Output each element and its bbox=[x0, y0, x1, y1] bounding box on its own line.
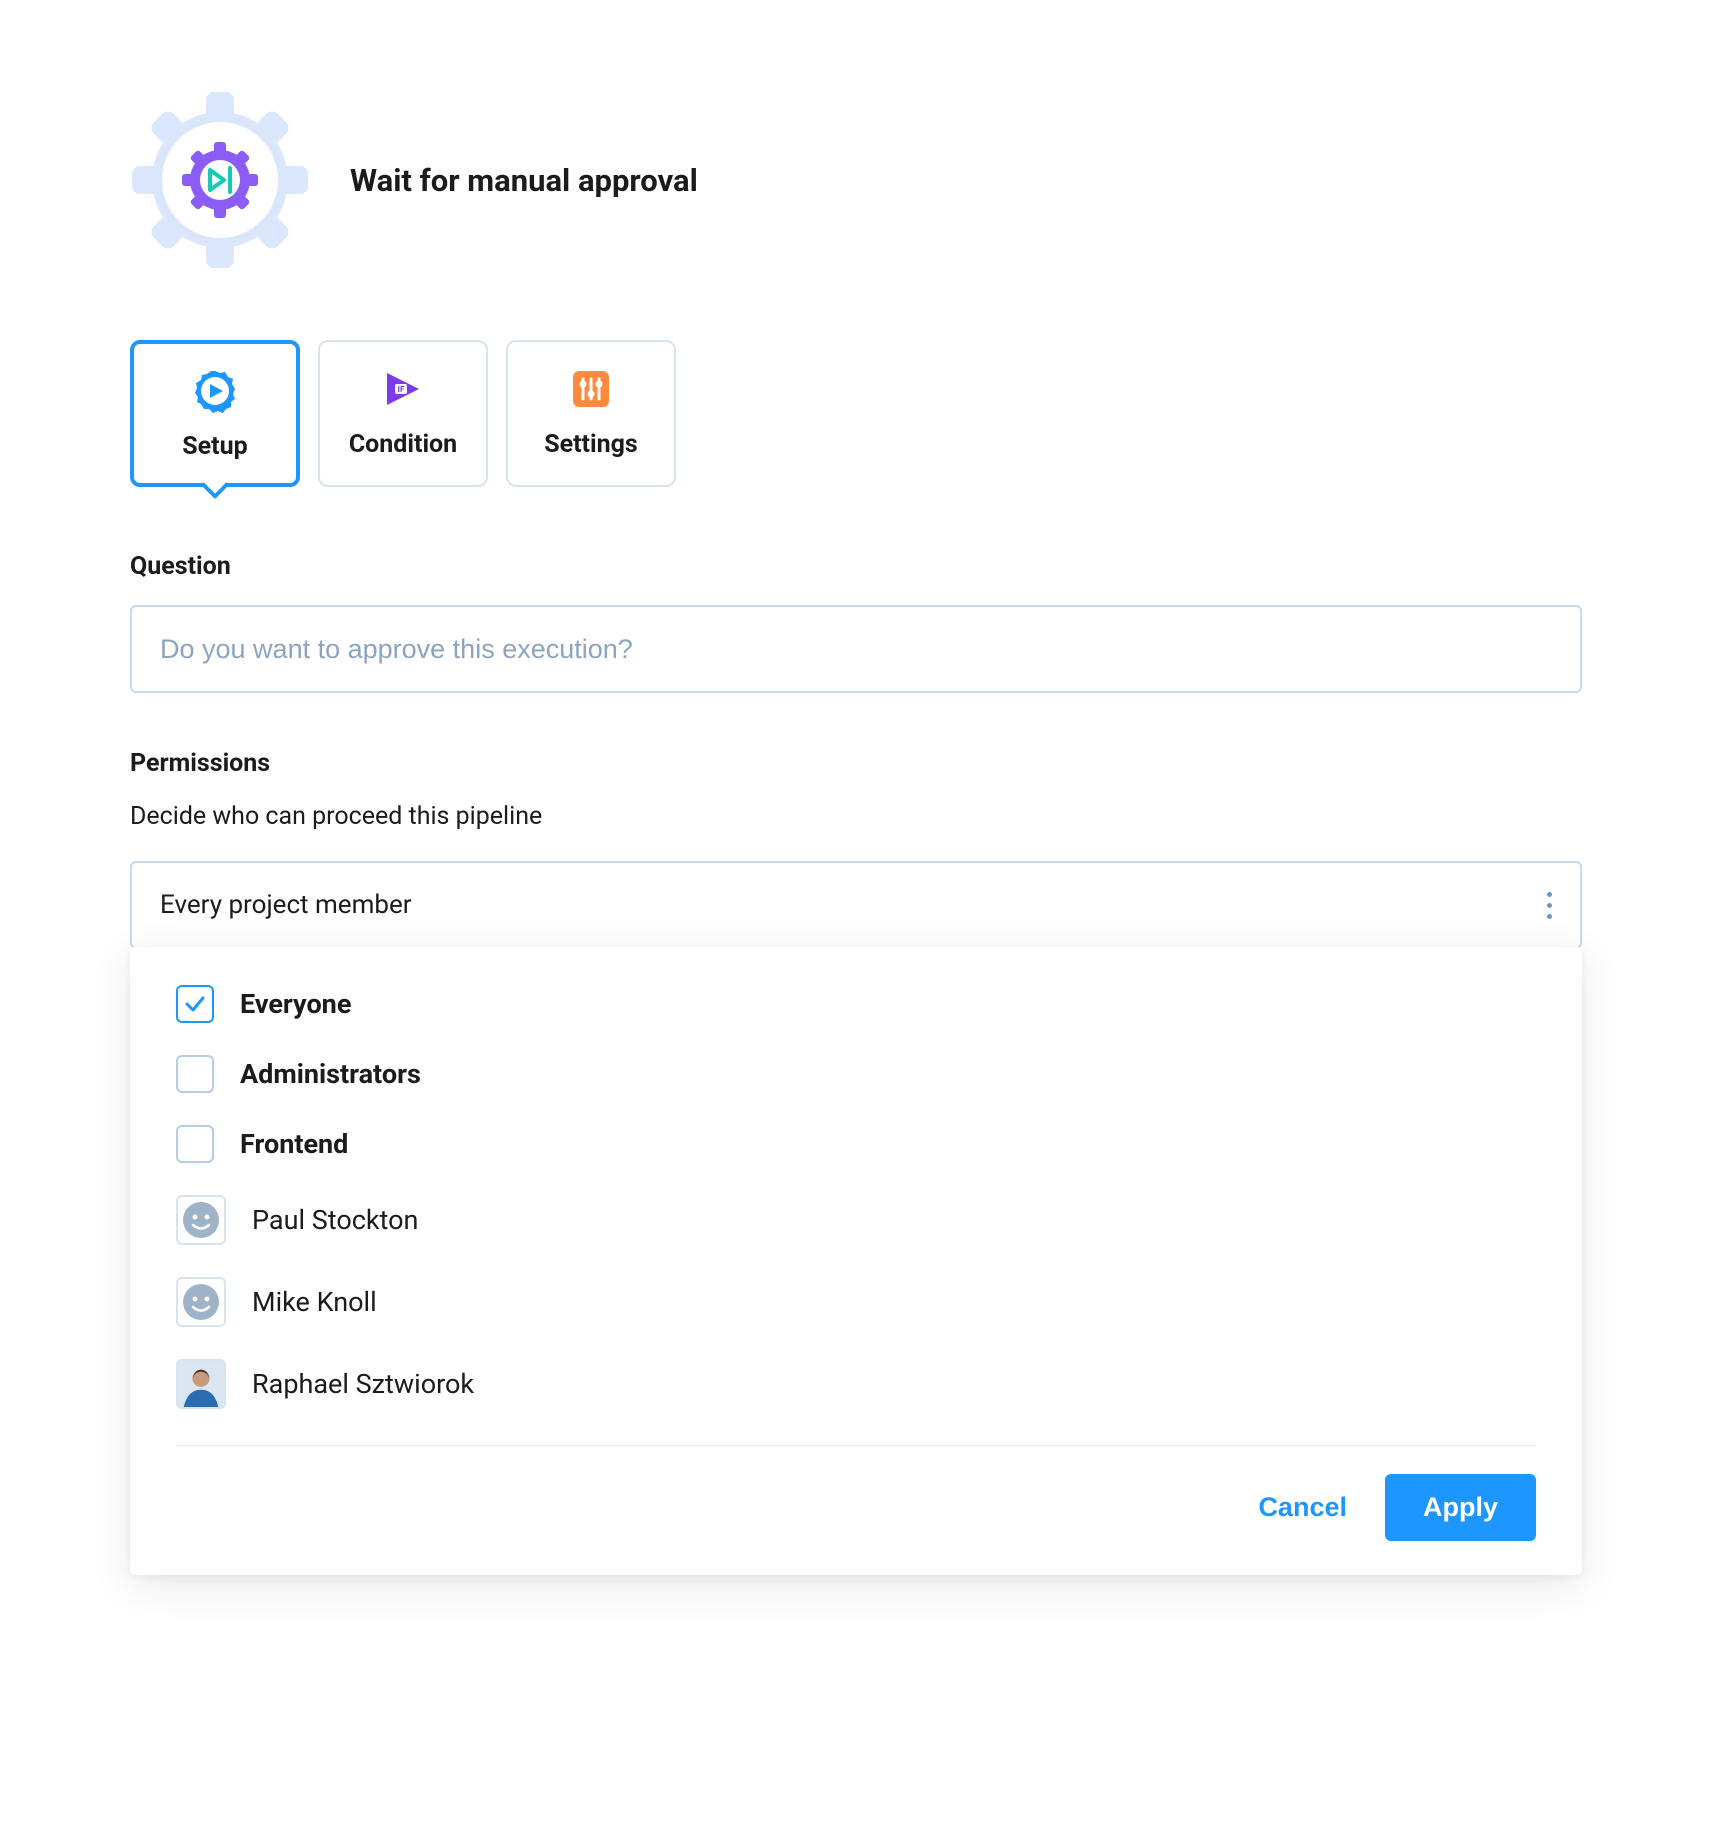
permissions-label: Permissions bbox=[130, 749, 1582, 778]
settings-icon bbox=[569, 364, 613, 414]
apply-button[interactable]: Apply bbox=[1385, 1474, 1536, 1541]
option-label: Everyone bbox=[240, 988, 351, 1020]
permission-option[interactable]: Everyone bbox=[176, 969, 1536, 1039]
avatar bbox=[176, 1195, 226, 1245]
tab-settings[interactable]: Settings bbox=[506, 340, 676, 487]
checkbox[interactable] bbox=[176, 1055, 214, 1093]
page-title: Wait for manual approval bbox=[350, 162, 698, 199]
question-input[interactable] bbox=[130, 605, 1582, 693]
permission-option[interactable]: Raphael Sztwiorok bbox=[176, 1343, 1536, 1425]
cancel-button[interactable]: Cancel bbox=[1258, 1492, 1347, 1523]
header: Wait for manual approval bbox=[130, 90, 1582, 270]
tab-label: Setup bbox=[182, 432, 247, 461]
svg-text:IF: IF bbox=[398, 385, 405, 394]
permission-option[interactable]: Paul Stockton bbox=[176, 1179, 1536, 1261]
avatar bbox=[176, 1277, 226, 1327]
option-label: Administrators bbox=[240, 1058, 421, 1090]
permissions-desc: Decide who can proceed this pipeline bbox=[130, 802, 1582, 831]
tab-label: Condition bbox=[349, 430, 457, 459]
permissions-select[interactable]: Every project member bbox=[130, 861, 1582, 949]
checkbox[interactable] bbox=[176, 985, 214, 1023]
permissions-dropdown: Everyone Administrators Frontend Paul St… bbox=[130, 947, 1582, 1575]
setup-icon bbox=[193, 366, 237, 416]
permission-option[interactable]: Mike Knoll bbox=[176, 1261, 1536, 1343]
permission-option[interactable]: Administrators bbox=[176, 1039, 1536, 1109]
checkbox[interactable] bbox=[176, 1125, 214, 1163]
permissions-select-value: Every project member bbox=[160, 890, 412, 920]
tab-setup[interactable]: Setup bbox=[130, 340, 300, 487]
option-label: Frontend bbox=[240, 1128, 348, 1160]
dropdown-actions: Cancel Apply bbox=[176, 1446, 1536, 1575]
tab-condition[interactable]: IF Condition bbox=[318, 340, 488, 487]
question-label: Question bbox=[130, 552, 1582, 581]
condition-icon: IF bbox=[381, 364, 425, 414]
option-label: Mike Knoll bbox=[252, 1286, 377, 1318]
check-icon bbox=[183, 992, 207, 1016]
tabs: Setup IF Condition bbox=[130, 340, 1582, 487]
option-label: Raphael Sztwiorok bbox=[252, 1368, 474, 1400]
tab-label: Settings bbox=[544, 430, 638, 459]
permission-option[interactable]: Frontend bbox=[176, 1109, 1536, 1179]
gear-icon bbox=[130, 90, 310, 270]
avatar bbox=[176, 1359, 226, 1409]
more-icon bbox=[1547, 892, 1552, 919]
option-label: Paul Stockton bbox=[252, 1204, 418, 1236]
